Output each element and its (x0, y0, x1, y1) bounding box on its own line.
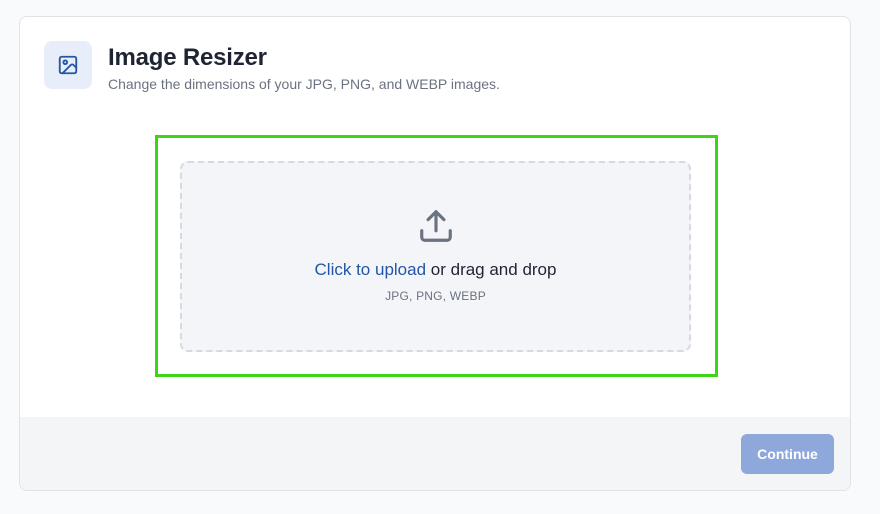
card-footer: Continue (20, 417, 850, 490)
image-icon (44, 41, 92, 89)
drag-drop-text: or drag and drop (426, 260, 557, 279)
upload-icon (417, 207, 455, 245)
page-title: Image Resizer (108, 44, 267, 71)
dropzone-instructions: Click to upload or drag and drop (315, 259, 557, 281)
header: Image Resizer Change the dimensions of y… (44, 41, 500, 93)
accepted-formats: JPG, PNG, WEBP (385, 289, 486, 303)
title-group: Image Resizer Change the dimensions of y… (108, 41, 500, 93)
page-subtitle: Change the dimensions of your JPG, PNG, … (108, 76, 500, 92)
resizer-card: Image Resizer Change the dimensions of y… (19, 16, 851, 491)
continue-button[interactable]: Continue (741, 434, 834, 474)
click-to-upload-link[interactable]: Click to upload (315, 260, 427, 279)
upload-dropzone[interactable]: Click to upload or drag and drop JPG, PN… (180, 161, 691, 352)
